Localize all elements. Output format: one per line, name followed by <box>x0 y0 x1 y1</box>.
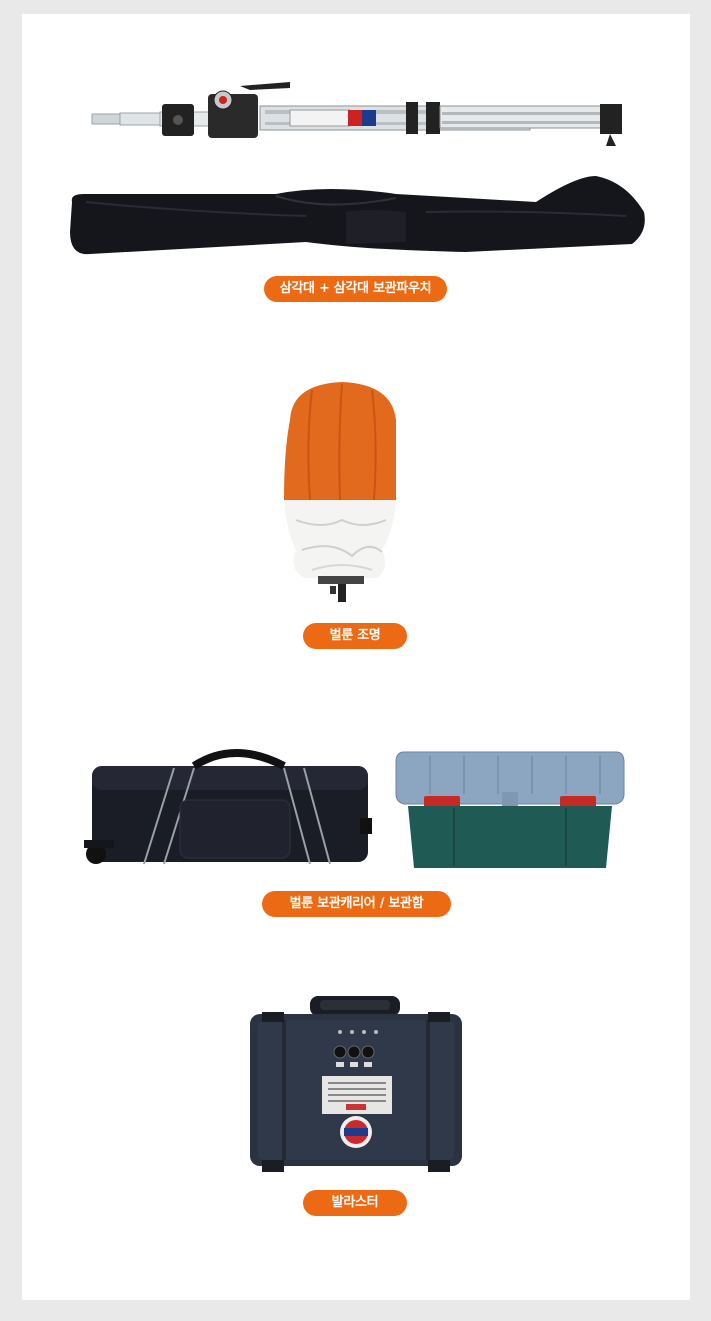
section-label-ballast: 발라스터 <box>303 1190 407 1216</box>
balloon-carrier-bag-image <box>84 749 372 865</box>
ballast-case-image <box>250 996 462 1172</box>
tripod-image <box>91 82 622 146</box>
section-label-balloon-light: 벌룬 조명 <box>303 623 407 649</box>
section-label-carrier-box: 벌룬 보관캐리어 / 보관함 <box>262 891 451 917</box>
section-label-tripod: 삼각대 + 삼각대 보관파우치 <box>264 276 447 302</box>
storage-box-image <box>395 751 625 868</box>
balloon-light-image <box>284 382 396 602</box>
tripod-storage-pouch-image <box>70 176 645 255</box>
